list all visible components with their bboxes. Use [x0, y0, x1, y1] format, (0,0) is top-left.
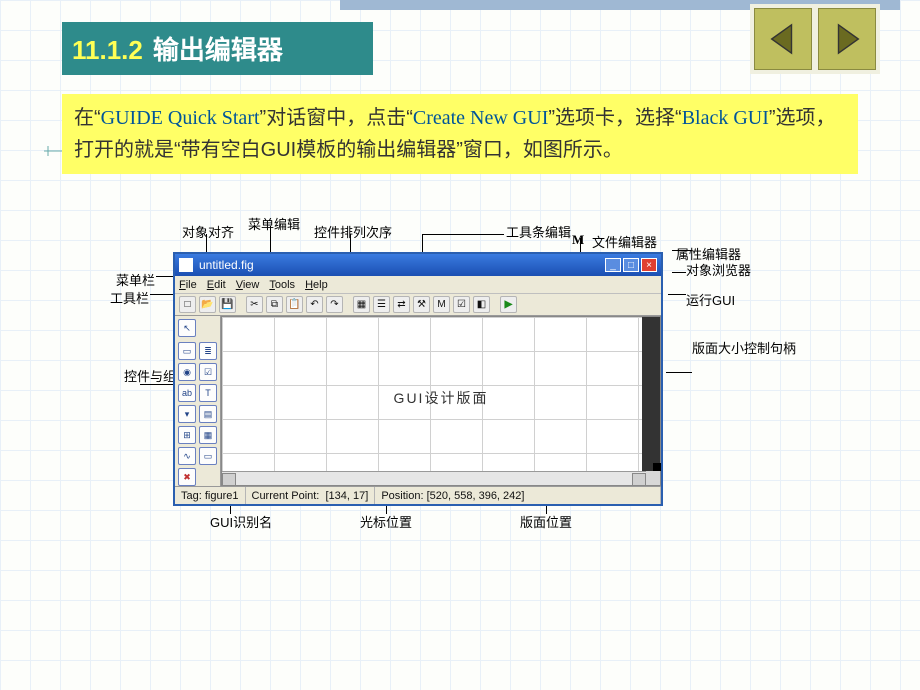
ann-run-gui: 运行GUI [686, 290, 735, 309]
palette-edit-icon[interactable]: ab [178, 384, 196, 402]
menubar: File Edit View Tools Help [175, 276, 661, 294]
ann-layout-pos: 版面位置 [520, 512, 572, 531]
tb-run-icon[interactable]: ▶ [500, 296, 517, 313]
tb-mfile-editor-icon[interactable]: M [433, 296, 450, 313]
tb-copy-icon[interactable]: ⧉ [266, 296, 283, 313]
palette-slider-icon[interactable]: ≣ [199, 342, 217, 360]
tb-property-icon[interactable]: ☑ [453, 296, 470, 313]
menu-file[interactable]: File [179, 279, 197, 291]
ann-object-align: 对象对齐 [182, 222, 234, 241]
palette-panel-icon[interactable]: ▭ [199, 447, 217, 465]
arrow-left-icon [766, 22, 800, 56]
menu-view[interactable]: View [236, 279, 260, 291]
close-button[interactable]: × [641, 258, 657, 272]
ann-toolbar: 工具栏 [110, 288, 149, 307]
tb-object-browser-icon[interactable]: ◧ [473, 296, 490, 313]
window-icon [179, 258, 193, 272]
canvas-label: GUI设计版面 [394, 388, 489, 408]
palette-text-icon[interactable]: T [199, 384, 217, 402]
tb-undo-icon[interactable]: ↶ [306, 296, 323, 313]
guide-window: untitled.fig _ □ × File Edit View Tools … [173, 252, 663, 506]
status-current-point: Current Point: [134, 17] [246, 487, 376, 504]
menu-tools[interactable]: Tools [269, 279, 295, 291]
palette-toggle-icon[interactable]: ⊞ [178, 426, 196, 444]
term-create-new-gui: Create New GUI [413, 107, 549, 129]
guide-editor-figure: 对象对齐 菜单编辑 控件排列次序 工具条编辑 M 文件编辑器 属性编辑器 对象浏… [110, 222, 790, 532]
ann-m-symbol: M [572, 232, 584, 248]
ann-menu-editor: 菜单编辑 [248, 214, 300, 233]
ann-cursor-pos: 光标位置 [360, 512, 412, 531]
component-palette: ↖ ▭≣ ◉☑ abT ▾▤ ⊞▦ ∿▭ ✖ [175, 316, 221, 486]
arrow-right-icon [830, 22, 864, 56]
palette-pushbutton-icon[interactable]: ▭ [178, 342, 196, 360]
statusbar: Tag: figure1 Current Point: [134, 17] Po… [175, 486, 661, 504]
tb-redo-icon[interactable]: ↷ [326, 296, 343, 313]
tb-cut-icon[interactable]: ✂ [246, 296, 263, 313]
palette-select-icon[interactable]: ↖ [178, 319, 196, 337]
ann-resize-handle: 版面大小控制句柄 [692, 342, 706, 356]
palette-table-icon[interactable]: ▦ [199, 426, 217, 444]
tb-tab-order-icon[interactable]: ⇄ [393, 296, 410, 313]
section-title: 输出编辑器 [153, 35, 283, 65]
tb-menu-editor-icon[interactable]: ☰ [373, 296, 390, 313]
description-box: 在“GUIDE Quick Start”对话窗中，点击“Create New G… [62, 94, 858, 174]
tb-new-icon[interactable]: □ [179, 296, 196, 313]
tb-open-icon[interactable]: 📂 [199, 296, 216, 313]
ann-gui-tag: GUI识别名 [210, 512, 272, 531]
status-position: Position: [520, 558, 396, 242] [375, 487, 661, 504]
ann-menubar: 菜单栏 [116, 270, 155, 289]
window-titlebar: untitled.fig _ □ × [175, 254, 661, 276]
window-title-text: untitled.fig [199, 258, 254, 272]
next-slide-button[interactable] [818, 8, 876, 70]
ann-prop-editor: 属性编辑器 [676, 244, 741, 263]
term-guide-quick-start: GUIDE Quick Start [101, 107, 260, 129]
tb-align-icon[interactable]: ▦ [353, 296, 370, 313]
palette-listbox-icon[interactable]: ▤ [199, 405, 217, 423]
palette-axes-icon[interactable]: ∿ [178, 447, 196, 465]
slide-nav [750, 4, 880, 74]
h-scrollbar[interactable] [222, 471, 646, 485]
palette-radio-icon[interactable]: ◉ [178, 363, 196, 381]
ann-palette: 控件与组件 [124, 370, 138, 384]
canvas-dark-right [642, 317, 660, 471]
menu-help[interactable]: Help [305, 279, 328, 291]
minimize-button[interactable]: _ [605, 258, 621, 272]
tb-save-icon[interactable]: 💾 [219, 296, 236, 313]
resize-handle-icon[interactable] [653, 463, 661, 471]
workarea: ↖ ▭≣ ◉☑ abT ▾▤ ⊞▦ ∿▭ ✖ GUI设计版面 [175, 316, 661, 486]
ann-object-browser: 对象浏览器 [686, 264, 751, 278]
ann-toolbar-editor: 工具条编辑 [506, 222, 571, 241]
tb-paste-icon[interactable]: 📋 [286, 296, 303, 313]
layout-canvas[interactable]: GUI设计版面 [221, 316, 661, 486]
menu-edit[interactable]: Edit [207, 279, 226, 291]
section-number: 11.1.2 [72, 35, 143, 65]
scroll-corner [646, 471, 660, 485]
ann-mfile-editor: 文件编辑器 [592, 232, 657, 251]
palette-popup-icon[interactable]: ▾ [178, 405, 196, 423]
palette-activex-icon[interactable]: ✖ [178, 468, 196, 486]
term-black-gui: Black GUI [682, 107, 769, 129]
maximize-button[interactable]: □ [623, 258, 639, 272]
section-heading: 11.1.2 输出编辑器 [62, 22, 373, 75]
status-tag: Tag: figure1 [175, 487, 246, 504]
palette-checkbox-icon[interactable]: ☑ [199, 363, 217, 381]
ann-control-order: 控件排列次序 [314, 222, 392, 241]
tb-toolbar-editor-icon[interactable]: ⚒ [413, 296, 430, 313]
toolbar: □ 📂 💾 ✂ ⧉ 📋 ↶ ↷ ▦ ☰ ⇄ ⚒ M ☑ ◧ ▶ [175, 294, 661, 316]
prev-slide-button[interactable] [754, 8, 812, 70]
